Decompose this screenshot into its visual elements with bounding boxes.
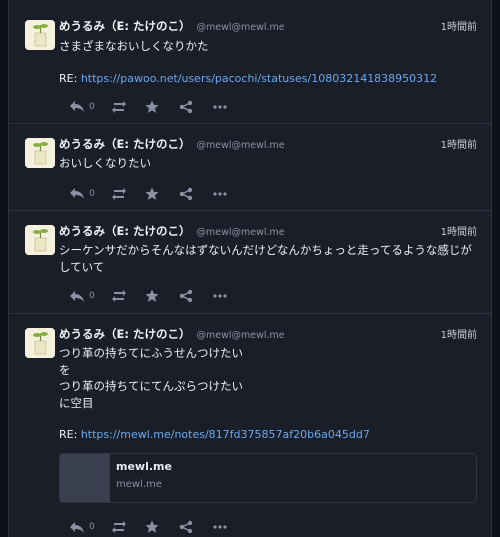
post[interactable]: めうるみ（E: たけのこ） @mewl@mewl.me 1時間前 シーケンサだか… [9,211,491,314]
post-header: めうるみ（E: たけのこ） @mewl@mewl.me 1時間前 [59,18,477,36]
more-icon [213,525,227,529]
more-button[interactable] [213,97,227,117]
reply-label: RE: [59,71,78,85]
display-name[interactable]: めうるみ（E: たけのこ） [59,18,190,34]
post-text: つり革の持ちてにふうせんつけたい を つり革の持ちてにてんぷらつけたい に空目 [59,345,477,411]
user-handle[interactable]: @mewl@mewl.me [196,330,284,341]
avatar[interactable] [25,328,55,358]
reply-reference: RE: https://mewl.me/notes/817fd375857af2… [59,427,477,443]
reply-icon [70,101,84,112]
star-icon [145,289,159,302]
post-text-line: つり革の持ちてにふうせんつけたい [59,346,243,360]
avatar[interactable] [25,225,55,255]
renote-icon [112,290,126,302]
post-time[interactable]: 1時間前 [441,136,477,151]
reply-button[interactable]: 0 [69,184,95,204]
reply-label: RE: [59,428,78,441]
post-time[interactable]: 1時間前 [441,18,477,33]
share-button[interactable] [179,286,193,306]
post-header: めうるみ（E: たけのこ） @mewl@mewl.me 1時間前 [59,136,477,154]
reply-icon [70,521,84,533]
more-icon [213,294,227,298]
link-preview-body: mewl.me mewl.me [110,454,178,502]
star-icon [145,100,159,113]
more-button[interactable] [213,286,227,306]
user-handle[interactable]: @mewl@mewl.me [196,22,284,33]
renote-button[interactable] [111,517,127,537]
reaction-button[interactable] [145,286,159,306]
post[interactable]: めうるみ（E: たけのこ） @mewl@mewl.me 1時間前 おいしくなりた… [9,124,491,211]
post-actions: 0 [59,184,477,204]
post-text-line: に空目 [59,395,94,410]
reply-button[interactable]: 0 [69,517,95,537]
timeline: めうるみ（E: たけのこ） @mewl@mewl.me 1時間前 さまざまなおい… [8,0,492,537]
renote-button[interactable] [111,286,127,306]
post-text-line: シーケンサだからそんなはずないんだけどなんかちょっと走ってるような感じが [59,243,472,257]
display-name[interactable]: めうるみ（E: たけのこ） [59,136,190,152]
share-icon [179,187,193,200]
renote-icon [112,187,126,200]
renote-icon [112,100,126,113]
reply-count: 0 [89,101,95,112]
reaction-button[interactable] [145,184,159,204]
link-preview-thumbnail [60,454,110,502]
avatar[interactable] [25,20,55,50]
more-button[interactable] [213,517,227,537]
post-text: シーケンサだからそんなはずないんだけどなんかちょっと走ってるような感じが してい… [59,242,477,275]
user-handle[interactable]: @mewl@mewl.me [196,140,284,151]
post-text-line: していて [59,259,105,274]
renote-icon [112,521,126,533]
post[interactable]: めうるみ（E: たけのこ） @mewl@mewl.me 1時間前 さまざまなおい… [9,0,491,124]
post-time[interactable]: 1時間前 [441,223,477,238]
more-button[interactable] [213,184,227,204]
renote-button[interactable] [111,97,127,117]
reply-count: 0 [89,188,95,199]
reply-link[interactable]: https://mewl.me/notes/817fd375857af20b6a… [81,428,370,441]
display-name[interactable]: めうるみ（E: たけのこ） [59,326,190,342]
reply-count: 0 [89,522,95,532]
share-button[interactable] [179,97,193,117]
reply-link[interactable]: https://pawoo.net/users/pacochi/statuses… [81,72,437,85]
share-icon [179,520,193,534]
share-icon [179,100,193,113]
reply-reference: RE: https://pawoo.net/users/pacochi/stat… [59,71,477,87]
post-text: おいしくなりたい [59,155,477,172]
reply-icon [70,290,84,302]
post-actions: 0 [59,97,477,117]
post-text-line: つり革の持ちてにてんぷらつけたい [59,379,243,393]
reply-count: 0 [89,291,95,301]
post-actions: 0 [59,286,477,306]
reaction-button[interactable] [145,517,159,537]
share-button[interactable] [179,517,193,537]
post-actions: 0 [59,517,477,537]
reply-button[interactable]: 0 [69,97,95,117]
post-text-line: さまざまなおいしくなりかた [59,39,209,53]
reaction-button[interactable] [145,97,159,117]
more-icon [213,191,227,196]
share-icon [179,289,193,303]
share-button[interactable] [179,184,193,204]
reply-button[interactable]: 0 [69,286,95,306]
renote-button[interactable] [111,184,127,204]
post-text: さまざまなおいしくなりかた [59,38,477,55]
link-preview-card[interactable]: mewl.me mewl.me [59,453,477,503]
link-preview-title: mewl.me [116,460,172,473]
star-icon [145,520,159,533]
user-handle[interactable]: @mewl@mewl.me [196,227,284,238]
post-header: めうるみ（E: たけのこ） @mewl@mewl.me 1時間前 [59,326,477,344]
more-icon [213,104,227,109]
avatar[interactable] [25,138,55,168]
post-time[interactable]: 1時間前 [441,326,477,341]
reply-icon [70,188,84,199]
post-text-line: おいしくなりたい [59,156,151,170]
post-text-line: を [59,362,71,377]
display-name[interactable]: めうるみ（E: たけのこ） [59,223,190,239]
link-preview-host: mewl.me [116,479,162,490]
star-icon [145,187,159,200]
post[interactable]: めうるみ（E: たけのこ） @mewl@mewl.me 1時間前 つり革の持ちて… [9,314,491,537]
post-header: めうるみ（E: たけのこ） @mewl@mewl.me 1時間前 [59,223,477,241]
